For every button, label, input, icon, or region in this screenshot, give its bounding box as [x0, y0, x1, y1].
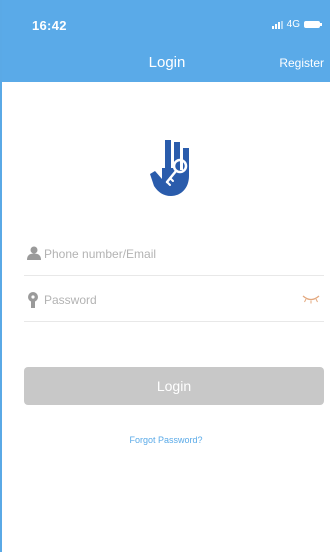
signal-icon [271, 20, 283, 29]
user-icon [27, 246, 41, 260]
login-button[interactable]: Login [24, 367, 324, 405]
register-button[interactable]: Register [279, 56, 324, 70]
username-input[interactable] [44, 244, 294, 264]
header-bar: 16:42 4G Login Register [2, 0, 330, 82]
password-input[interactable] [44, 290, 294, 310]
login-screen: 16:42 4G Login Register Phone number/Ema… [0, 0, 330, 552]
battery-icon [304, 21, 322, 28]
status-time: 16:42 [32, 18, 67, 33]
keyhole-icon [28, 292, 38, 308]
forgot-password-link[interactable]: Forgot Password? [2, 435, 330, 445]
username-field [24, 232, 324, 276]
eye-closed-icon[interactable] [302, 294, 320, 304]
hand-key-icon [150, 140, 189, 196]
password-field [24, 278, 324, 322]
status-indicators: 4G [271, 19, 322, 30]
network-type: 4G [286, 19, 300, 30]
